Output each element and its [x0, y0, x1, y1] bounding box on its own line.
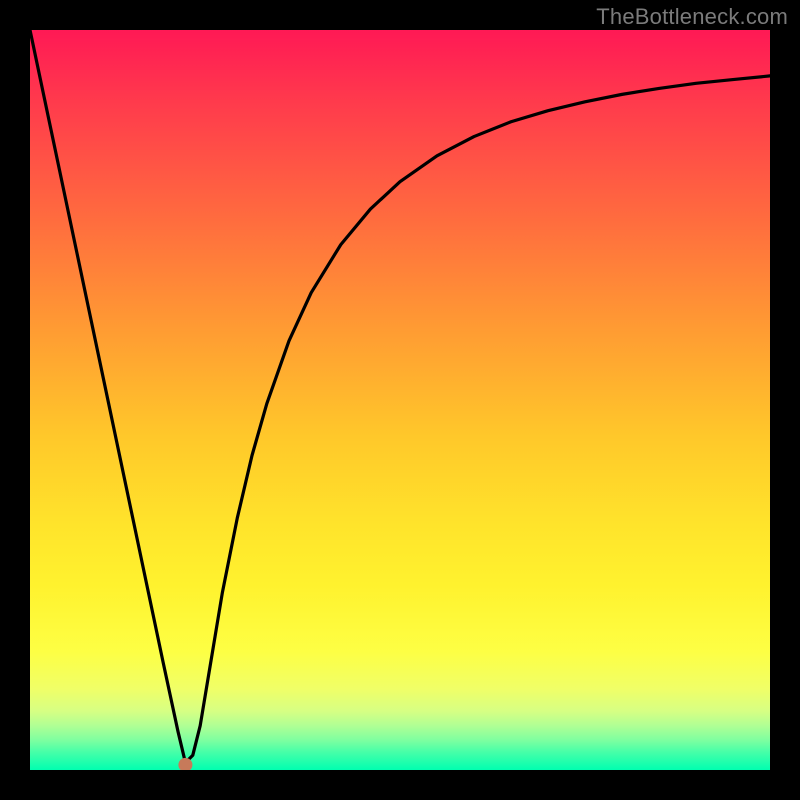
bottleneck-chart-svg — [30, 30, 770, 770]
watermark-text: TheBottleneck.com — [596, 4, 788, 30]
plot-area — [30, 30, 770, 770]
bottleneck-curve-path — [30, 30, 770, 763]
chart-stage: TheBottleneck.com — [0, 0, 800, 800]
